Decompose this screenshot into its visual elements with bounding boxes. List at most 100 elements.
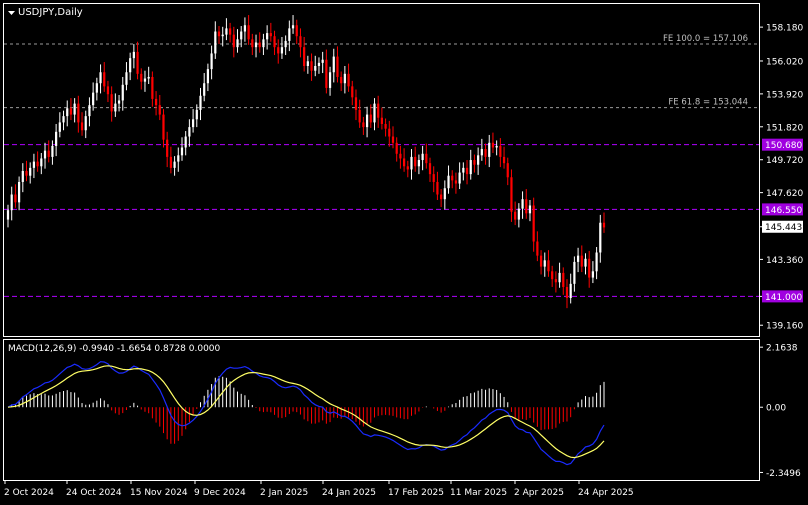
candle-body — [402, 158, 406, 167]
candle-body — [554, 279, 557, 283]
candle-body — [576, 255, 580, 262]
candle-body — [273, 36, 276, 48]
candle-body — [103, 72, 106, 87]
candle-body — [462, 167, 465, 173]
candle-body — [95, 83, 98, 93]
candle-body — [214, 31, 217, 54]
time-tick-label: 15 Nov 2024 — [130, 488, 188, 498]
candle-body — [266, 33, 269, 40]
chart-window: FE 100.0 = 157.106 FE 61.8 = 153.044 158.… — [0, 0, 808, 501]
candle-body — [229, 28, 232, 35]
candle-body — [206, 69, 210, 84]
macd-tick-label: -2.3496 — [766, 469, 801, 479]
candle-body — [317, 62, 321, 66]
candle-body — [458, 172, 461, 184]
candle-body — [132, 51, 135, 59]
candle-body — [236, 39, 239, 48]
candle-body — [269, 33, 272, 37]
candle-body — [569, 283, 572, 298]
price-tick-label: 153.920 — [766, 90, 803, 100]
chart-canvas[interactable]: FE 100.0 = 157.106 FE 61.8 = 153.044 158.… — [0, 0, 808, 501]
candle-body — [425, 153, 428, 164]
candle-body — [117, 100, 121, 104]
candle-body — [558, 272, 561, 283]
candle-body — [391, 136, 395, 143]
macd-indicator-label: MACD(12,26,9) -0.9940 -1.6654 0.8728 0.0… — [8, 344, 221, 354]
candle-body — [536, 241, 539, 256]
candle-body — [602, 222, 606, 228]
candle-body — [480, 149, 483, 156]
price-tick-label: 158.180 — [766, 24, 803, 34]
candle-body — [484, 149, 487, 157]
candle-body — [232, 34, 235, 48]
candle-body — [332, 56, 335, 73]
candle-body — [217, 31, 221, 37]
candle-body — [488, 142, 491, 157]
candle-body — [599, 222, 602, 253]
candle-body — [410, 156, 413, 170]
candle-body — [543, 260, 546, 267]
time-tick-label: 11 Mar 2025 — [450, 488, 507, 498]
time-tick-label: 24 Apr 2025 — [578, 488, 634, 498]
candle-body — [573, 261, 576, 284]
candle-body — [521, 199, 524, 209]
candle-body — [321, 59, 324, 63]
candle-body — [365, 114, 369, 128]
candle-body — [166, 139, 169, 157]
candle-body — [325, 59, 328, 88]
candle-body — [510, 177, 513, 212]
candle-body — [436, 181, 439, 195]
candle-body — [380, 117, 383, 124]
price-tick-label: 139.160 — [766, 322, 803, 332]
candle-body — [210, 53, 213, 70]
candle-body — [84, 116, 87, 131]
candle-body — [25, 171, 28, 176]
candle-body — [151, 76, 154, 99]
symbol-label: USDJPY,Daily — [18, 7, 83, 18]
symbol-header[interactable]: USDJPY,Daily — [8, 7, 83, 18]
candle-body — [125, 72, 128, 85]
candle-body — [580, 255, 583, 267]
candle-body — [225, 28, 228, 35]
time-tick-label: 2 Oct 2024 — [4, 488, 54, 498]
candle-body — [29, 167, 32, 176]
candle-body — [199, 95, 202, 110]
candle-body — [499, 145, 502, 157]
candle-body — [110, 94, 113, 112]
candle-body — [399, 153, 402, 159]
candle-body — [328, 72, 332, 88]
candle-body — [310, 61, 313, 71]
price-tick-label: 143.360 — [766, 256, 803, 266]
candle-body — [369, 114, 372, 123]
candle-body — [306, 61, 309, 66]
macd-tick-label: 0.00 — [766, 404, 786, 414]
candle-body — [291, 25, 295, 29]
candle-body — [347, 73, 350, 87]
candle-body — [277, 47, 280, 54]
candle-body — [180, 147, 184, 156]
candle-body — [147, 76, 150, 79]
candle-body — [221, 34, 224, 37]
candle-body — [506, 163, 509, 178]
candle-body — [10, 194, 13, 211]
candle-body — [195, 109, 198, 120]
candle-body — [184, 136, 187, 148]
candle-body — [421, 153, 424, 161]
candle-body — [377, 103, 380, 118]
price-level-tag-label: 150.680 — [765, 141, 802, 151]
price-tick-label: 149.720 — [766, 156, 803, 166]
candle-body — [284, 40, 287, 48]
candle-body — [547, 260, 550, 272]
candle-body — [191, 119, 195, 128]
time-tick-label: 2 Apr 2025 — [514, 488, 564, 498]
candle-body — [173, 161, 176, 168]
candle-body — [473, 160, 476, 165]
candle-body — [443, 188, 446, 200]
candle-body — [502, 156, 506, 164]
candle-body — [114, 103, 117, 112]
candle-body — [140, 73, 143, 82]
candle-body — [584, 258, 587, 267]
candle-body — [336, 56, 339, 77]
candle-body — [551, 271, 554, 280]
candle-body — [288, 28, 291, 41]
